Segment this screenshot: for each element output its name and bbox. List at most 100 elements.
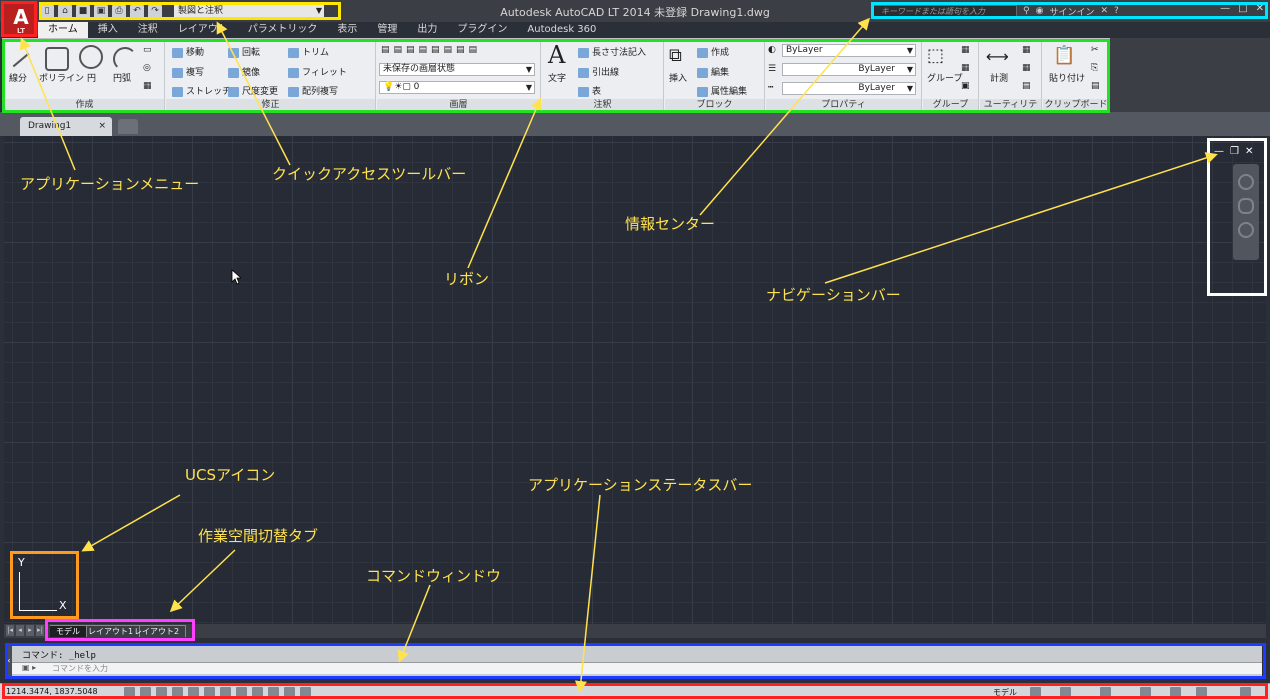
paste-button[interactable]: 貼り付け bbox=[1049, 71, 1085, 84]
tab-layout2[interactable]: レイアウト2 bbox=[128, 625, 187, 637]
model-space-toggle[interactable]: モデル bbox=[993, 687, 1017, 698]
undo-icon[interactable]: ↶ bbox=[130, 4, 144, 18]
ortho-icon[interactable] bbox=[172, 687, 183, 697]
workspace-combo[interactable]: 製図と注釈 ▼ bbox=[174, 4, 324, 18]
dimension-button[interactable]: 長さ寸法記入 bbox=[578, 45, 646, 58]
prev-tab-icon[interactable]: ◂ bbox=[16, 625, 24, 636]
osnap-icon[interactable] bbox=[204, 687, 215, 697]
save-as-icon[interactable]: ▣ bbox=[94, 4, 108, 18]
measure-button[interactable]: 計測 bbox=[990, 71, 1008, 84]
clean-screen-icon[interactable] bbox=[1240, 687, 1251, 697]
arc-button[interactable]: 円弧 bbox=[113, 71, 131, 84]
binoculars-icon[interactable]: ⚲ bbox=[1023, 6, 1030, 16]
file-tab-drawing1[interactable]: Drawing1 × bbox=[20, 117, 112, 136]
tab-layout[interactable]: レイアウト bbox=[168, 22, 238, 38]
otrack-icon[interactable] bbox=[220, 687, 231, 697]
command-input[interactable]: コマンドを入力 bbox=[12, 662, 1262, 674]
lock-icon[interactable] bbox=[1170, 687, 1181, 697]
close-icon[interactable]: × bbox=[98, 117, 106, 136]
minimize-icon[interactable]: — bbox=[1214, 146, 1224, 157]
command-customize-icon[interactable]: ▣ ▸ bbox=[22, 663, 36, 672]
quick-select-icon[interactable]: ▦ bbox=[1022, 45, 1031, 55]
open-icon[interactable]: ⌂ bbox=[58, 4, 72, 18]
ducs-icon[interactable] bbox=[236, 687, 247, 697]
attr-edit-button[interactable]: 属性編集 bbox=[697, 84, 747, 97]
annotation-panel-title[interactable]: 注釈 bbox=[542, 99, 663, 111]
match-properties-icon[interactable]: ▤ bbox=[1091, 81, 1100, 91]
quick-view-icon[interactable] bbox=[1030, 687, 1041, 697]
pan-icon[interactable] bbox=[1238, 198, 1254, 214]
tab-home[interactable]: ホーム bbox=[38, 22, 88, 38]
array-button[interactable]: 配列複写 bbox=[288, 84, 338, 97]
help-icon[interactable]: ? bbox=[1114, 6, 1119, 16]
minimize-icon[interactable]: — bbox=[1220, 3, 1230, 14]
maximize-icon[interactable]: □ bbox=[1238, 3, 1247, 14]
rotate-button[interactable]: 回転 bbox=[228, 45, 260, 58]
user-icon[interactable]: ◉ bbox=[1036, 6, 1044, 16]
block-panel-title[interactable]: ブロック bbox=[665, 99, 764, 111]
polyline-button[interactable]: ポリライン bbox=[39, 71, 84, 84]
tab-parametric[interactable]: パラメトリック bbox=[238, 22, 328, 38]
new-icon[interactable]: ▯ bbox=[40, 4, 54, 18]
quick-properties-icon[interactable] bbox=[300, 687, 311, 697]
next-tab-icon[interactable]: ▸ bbox=[26, 625, 34, 636]
select-all-icon[interactable]: ▦ bbox=[1022, 63, 1031, 73]
redo-icon[interactable]: ↷ bbox=[148, 4, 162, 18]
color-combo[interactable]: ByLayer ▼ bbox=[782, 44, 916, 57]
last-tab-icon[interactable]: ▸| bbox=[36, 625, 44, 636]
utilities-panel-title[interactable]: ユーティリティ bbox=[980, 99, 1041, 122]
text-button[interactable]: 文字 bbox=[548, 71, 566, 84]
layer-state-combo[interactable]: 未保存の画層状態 ▼ bbox=[379, 63, 535, 76]
line-button[interactable]: 線分 bbox=[9, 71, 27, 84]
mirror-button[interactable]: 鏡像 bbox=[228, 65, 260, 78]
copy-clip-icon[interactable]: ⎘ bbox=[1091, 63, 1098, 73]
circle-button[interactable]: 円 bbox=[87, 71, 96, 84]
region-icon[interactable]: ▦ bbox=[143, 81, 152, 91]
snap-icon[interactable] bbox=[140, 687, 151, 697]
infer-constraints-icon[interactable] bbox=[124, 687, 135, 697]
layer-combo[interactable]: 💡☀▢ 0 ▼ bbox=[379, 81, 535, 94]
create-block-button[interactable]: 作成 bbox=[697, 45, 729, 58]
calculator-icon[interactable]: ▤ bbox=[1022, 81, 1031, 91]
fillet-button[interactable]: フィレット bbox=[288, 65, 347, 78]
layers-panel-title[interactable]: 画層 bbox=[377, 99, 540, 111]
lineweight-combo[interactable]: ByLayer ▼ bbox=[782, 63, 916, 76]
scale-button[interactable]: 尺度変更 bbox=[228, 84, 278, 97]
workspace-switch-icon[interactable] bbox=[1140, 687, 1151, 697]
edit-block-button[interactable]: 編集 bbox=[697, 65, 729, 78]
tab-view[interactable]: 表示 bbox=[327, 22, 367, 38]
zoom-icon[interactable] bbox=[1238, 222, 1254, 238]
insert-button[interactable]: 挿入 bbox=[669, 71, 687, 84]
trim-button[interactable]: トリム bbox=[288, 45, 329, 58]
restore-icon[interactable]: ❐ bbox=[1230, 146, 1239, 157]
tab-insert[interactable]: 挿入 bbox=[88, 22, 128, 38]
group-edit-icon[interactable]: ▦ bbox=[961, 63, 970, 73]
group-select-icon[interactable]: ▣ bbox=[961, 81, 970, 91]
sign-in-link[interactable]: サインイン bbox=[1049, 5, 1094, 18]
move-button[interactable]: 移動 bbox=[172, 45, 204, 58]
drawing-area[interactable] bbox=[4, 136, 1266, 624]
layer-tools-icons[interactable]: ▤▤▤▤▤▤▤▤ bbox=[381, 45, 481, 55]
save-icon[interactable]: ■ bbox=[76, 4, 90, 18]
tab-autodesk360[interactable]: Autodesk 360 bbox=[517, 22, 606, 38]
groups-panel-title[interactable]: グループ bbox=[923, 99, 978, 111]
transparency-icon[interactable] bbox=[284, 687, 295, 697]
ungroup-icon[interactable]: ▦ bbox=[961, 45, 970, 55]
draw-panel-title[interactable]: 作成 bbox=[5, 99, 164, 111]
tab-annotate[interactable]: 注釈 bbox=[128, 22, 168, 38]
tab-plugins[interactable]: プラグイン bbox=[447, 22, 517, 38]
new-tab-button[interactable] bbox=[118, 119, 138, 134]
application-menu-button[interactable]: A LT bbox=[4, 2, 38, 36]
stretch-button[interactable]: ストレッチ bbox=[172, 84, 231, 97]
annotation-visibility-icon[interactable] bbox=[1100, 687, 1111, 697]
exchange-icon[interactable]: ✕ bbox=[1100, 6, 1108, 16]
clipboard-panel-title[interactable]: クリップボード bbox=[1043, 99, 1109, 111]
close-icon[interactable]: ✕ bbox=[1256, 3, 1264, 14]
linetype-combo[interactable]: ByLayer ▼ bbox=[782, 82, 916, 95]
tab-manage[interactable]: 管理 bbox=[367, 22, 407, 38]
modify-panel-title[interactable]: 修正 bbox=[166, 99, 375, 111]
annotation-scale-icon[interactable] bbox=[1060, 687, 1071, 697]
copy-button[interactable]: 複写 bbox=[172, 65, 204, 78]
hardware-accel-icon[interactable] bbox=[1196, 687, 1207, 697]
leader-button[interactable]: 引出線 bbox=[578, 65, 619, 78]
